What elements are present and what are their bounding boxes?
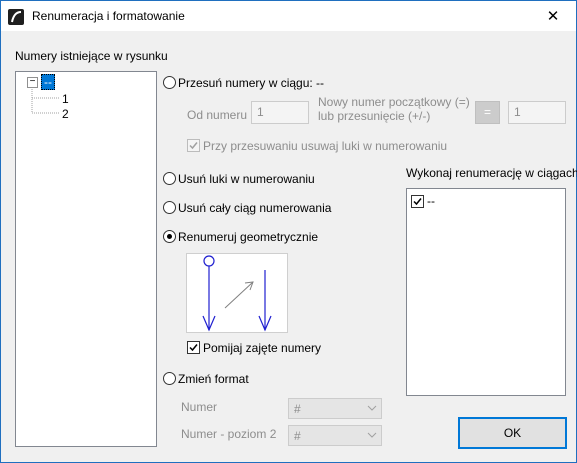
numer-format-label: Numer (181, 400, 218, 414)
title-bar: Renumeracja i formatowanie ✕ (1, 1, 576, 31)
from-number-label: Od numeru (187, 108, 248, 122)
numer-format-select[interactable]: # (288, 398, 382, 419)
renumber-geometric-label: Renumeruj geometrycznie (178, 230, 319, 244)
remove-gaps-radio[interactable] (163, 172, 176, 185)
shift-numbers-radio[interactable] (163, 76, 176, 89)
window-title: Renumeracja i formatowanie (32, 9, 185, 23)
close-icon: ✕ (546, 8, 560, 25)
new-start-label: Nowy numer początkowy (=) (318, 95, 470, 109)
chevron-down-icon (367, 432, 377, 438)
tree-node-2[interactable]: 2 (62, 107, 69, 121)
existing-numbers-label: Numery istniejące w rysunku (15, 49, 168, 63)
change-format-label: Zmień format (178, 372, 249, 386)
sequences-label: Wykonaj renumerację w ciągach (406, 166, 577, 180)
tree-root-node[interactable]: -- (41, 74, 55, 90)
new-start-input[interactable]: 1 (508, 101, 566, 124)
offset-label: lub przesunięcie (+/-) (318, 109, 431, 123)
numer-format-value: # (294, 402, 301, 416)
tree-node-1[interactable]: 1 (62, 92, 69, 106)
equals-button[interactable]: = (475, 101, 500, 124)
remove-sequence-label: Usuń cały ciąg numerowania (178, 201, 332, 215)
remove-gaps-shift-checkbox[interactable] (187, 139, 200, 152)
renumber-geometric-radio[interactable] (163, 230, 176, 243)
geometric-preview-image (186, 253, 288, 333)
remove-sequence-radio[interactable] (163, 201, 176, 214)
skip-taken-label: Pomijaj zajęte numery (203, 341, 322, 355)
minus-icon: − (29, 76, 36, 87)
app-icon (8, 9, 24, 25)
shift-numbers-label: Przesuń numery w ciągu: -- (178, 76, 325, 90)
from-number-input[interactable]: 1 (251, 101, 309, 124)
dialog-window: Renumeracja i formatowanie ✕ Numery istn… (0, 0, 577, 463)
level2-format-label: Numer - poziom 2 (181, 427, 277, 441)
change-format-radio[interactable] (163, 372, 176, 385)
existing-numbers-tree[interactable]: − -- 1 2 (15, 71, 157, 447)
remove-gaps-shift-label: Przy przesuwaniu usuwaj luki w numerowan… (203, 139, 448, 153)
chevron-down-icon (367, 405, 377, 411)
ok-button[interactable]: OK (458, 417, 567, 449)
level2-format-value: # (294, 429, 301, 443)
sequences-list[interactable]: -- (406, 188, 566, 396)
checkmark-icon (413, 198, 422, 206)
level2-format-select[interactable]: # (288, 425, 382, 446)
checkmark-icon (189, 142, 198, 150)
sequence-item-label: -- (427, 194, 435, 208)
close-button[interactable]: ✕ (530, 1, 576, 31)
sequence-item-checkbox[interactable] (411, 195, 424, 208)
checkmark-icon (189, 344, 198, 352)
remove-gaps-label: Usuń luki w numerowaniu (178, 172, 315, 186)
tree-expander[interactable]: − (27, 77, 38, 88)
skip-taken-checkbox[interactable] (187, 341, 200, 354)
